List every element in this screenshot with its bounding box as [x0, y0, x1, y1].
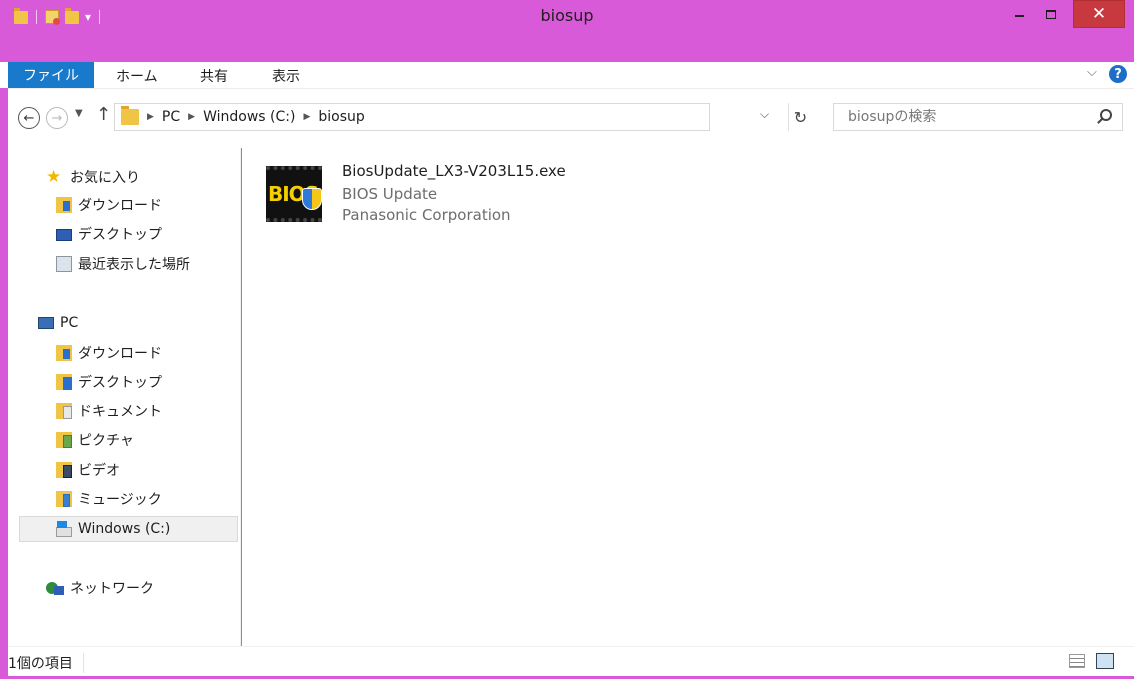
music-folder-icon [56, 491, 72, 507]
sidebar-item-label: Windows (C:) [78, 521, 171, 537]
forward-button[interactable]: → [46, 107, 68, 129]
sidebar-item-label: 最近表示した場所 [78, 257, 190, 273]
back-button[interactable]: ← [18, 107, 40, 129]
breadcrumb-separator-icon[interactable]: ▶ [188, 112, 195, 122]
search-input[interactable] [848, 104, 1088, 130]
breadcrumb-separator-icon[interactable]: ▶ [147, 112, 154, 122]
desktop-icon [56, 229, 72, 241]
help-icon[interactable]: ? [1109, 65, 1127, 83]
network-icon [46, 582, 64, 595]
sidebar-item-label: デスクトップ [78, 227, 162, 243]
search-box[interactable] [833, 103, 1123, 131]
pictures-folder-icon [56, 432, 72, 448]
minimize-icon [1014, 15, 1024, 17]
details-view-icon[interactable] [1069, 654, 1085, 668]
file-item[interactable]: BIOS BiosUpdate_LX3-V203L15.exe BIOS Upd… [266, 160, 666, 230]
search-icon[interactable] [1100, 109, 1112, 121]
file-company: Panasonic Corporation [342, 206, 511, 224]
tab-home[interactable]: ホーム [116, 66, 158, 86]
folder-icon [121, 106, 139, 125]
breadcrumb-separator-icon[interactable]: ▶ [303, 112, 310, 122]
navigation-bar: ← → ▼ ↑ ▶ PC ▶ Windows (C:) ▶ biosup ⌵ ↻ [8, 88, 1134, 148]
uac-shield-icon [302, 188, 322, 210]
sidebar-item-label: ビデオ [78, 463, 120, 479]
address-bar[interactable]: ▶ PC ▶ Windows (C:) ▶ biosup [114, 103, 710, 131]
address-dropdown-icon[interactable]: ⌵ [760, 107, 769, 122]
sidebar-item-label: ダウンロード [78, 346, 162, 362]
sidebar-item-fav-downloads[interactable]: ダウンロード [56, 192, 162, 218]
sidebar-item-label: ピクチャ [78, 433, 134, 449]
videos-folder-icon [56, 462, 72, 478]
close-button[interactable]: ✕ [1073, 0, 1125, 28]
title-bar: ▾ biosup ✕ [0, 0, 1134, 58]
sidebar-item-network[interactable]: ネットワーク [46, 575, 154, 601]
sidebar-item-favorites[interactable]: ★ お気に入り [46, 164, 140, 190]
pc-icon [38, 317, 54, 329]
sidebar-item-label: PC [60, 315, 79, 331]
star-icon: ★ [46, 167, 62, 187]
download-folder-icon [56, 345, 72, 361]
breadcrumb-pc[interactable]: PC [162, 109, 180, 125]
desktop-folder-icon [56, 374, 72, 390]
sidebar-item-music[interactable]: ミュージック [56, 486, 162, 512]
chevron-down-icon[interactable]: ⌵ [1087, 65, 1097, 80]
breadcrumb-folder[interactable]: biosup [318, 109, 364, 125]
sidebar-item-label: ダウンロード [78, 198, 162, 214]
minimize-button[interactable] [1004, 0, 1034, 28]
tab-share[interactable]: 共有 [200, 66, 228, 86]
sidebar-item-documents[interactable]: ドキュメント [56, 398, 162, 424]
refresh-icon[interactable]: ↻ [788, 103, 812, 131]
sidebar-item-recent-places[interactable]: 最近表示した場所 [56, 251, 190, 277]
drive-icon [56, 520, 72, 537]
sidebar-item-label: お気に入り [70, 170, 140, 186]
window-title: biosup [540, 6, 594, 25]
file-list: BIOS BiosUpdate_LX3-V203L15.exe BIOS Upd… [242, 148, 1134, 646]
tab-file[interactable]: ファイル [8, 62, 94, 88]
sidebar-item-label: デスクトップ [78, 375, 162, 391]
sidebar-item-videos[interactable]: ビデオ [56, 457, 120, 483]
maximize-icon [1046, 9, 1056, 19]
recent-places-icon [56, 256, 72, 272]
sidebar-item-label: ドキュメント [78, 404, 162, 420]
recent-locations-chevron-icon[interactable]: ▼ [75, 108, 83, 119]
tab-view[interactable]: 表示 [272, 66, 300, 86]
download-folder-icon [56, 197, 72, 213]
sidebar-item-fav-desktop[interactable]: デスクトップ [56, 221, 162, 247]
file-description: BIOS Update [342, 185, 438, 203]
sidebar-item-windows-c[interactable]: Windows (C:) [19, 516, 238, 542]
file-name: BiosUpdate_LX3-V203L15.exe [342, 162, 566, 180]
sidebar-item-label: ミュージック [78, 492, 162, 508]
status-bar: 1個の項目 [8, 646, 1134, 676]
ribbon-tabs: ファイル ホーム 共有 表示 ⌵ ? [0, 62, 1134, 88]
navigation-pane: ★ お気に入り ダウンロード デスクトップ 最近表示した場所 PC ダウンロード… [8, 148, 241, 646]
maximize-button[interactable] [1036, 0, 1066, 28]
sidebar-item-label: ネットワーク [70, 581, 154, 597]
sidebar-item-desktop[interactable]: デスクトップ [56, 369, 162, 395]
sidebar-item-downloads[interactable]: ダウンロード [56, 340, 162, 366]
item-count: 1個の項目 [8, 653, 84, 673]
up-arrow-icon[interactable]: ↑ [96, 104, 111, 125]
documents-folder-icon [56, 403, 72, 419]
sidebar-item-pictures[interactable]: ピクチャ [56, 427, 134, 453]
explorer-window: ▾ biosup ✕ ファイル ホーム 共有 表示 ⌵ ? ← → ▼ ↑ ▶ … [0, 0, 1134, 679]
sidebar-item-pc[interactable]: PC [38, 310, 78, 336]
large-icons-view-icon[interactable] [1096, 653, 1114, 669]
breadcrumb-drive[interactable]: Windows (C:) [203, 109, 295, 125]
